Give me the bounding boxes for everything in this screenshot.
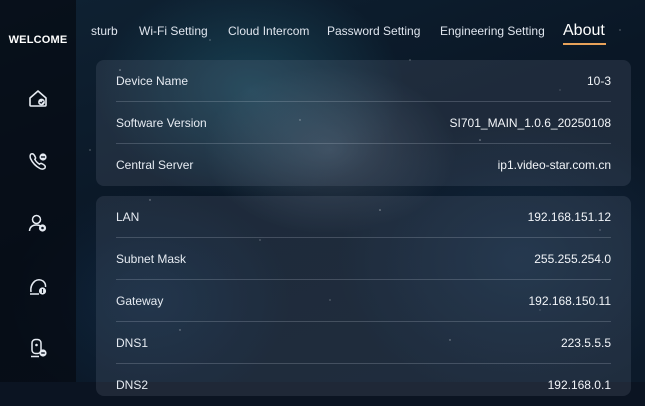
software-version-value: SI701_MAIN_1.0.6_20250108 — [449, 116, 611, 130]
dns1-label: DNS1 — [116, 336, 149, 350]
home-icon[interactable] — [27, 87, 49, 109]
central-server-label: Central Server — [116, 158, 194, 172]
top-tab-bar: sturb Wi-Fi Setting Cloud Intercom Passw… — [76, 0, 645, 58]
lan-label: LAN — [116, 210, 140, 224]
tab-wifi-setting[interactable]: Wi-Fi Setting — [139, 24, 208, 38]
device-info-card: Device Name 10-3 Software Version SI701_… — [96, 60, 631, 186]
dns2-row: DNS2 192.168.0.1 — [116, 364, 611, 406]
tab-engineering-setting[interactable]: Engineering Setting — [440, 24, 545, 38]
dns2-value: 192.168.0.1 — [547, 378, 611, 392]
central-server-row: Central Server ip1.video-star.com.cn — [116, 144, 611, 186]
sidebar: WELCOME — [0, 0, 76, 382]
software-version-row: Software Version SI701_MAIN_1.0.6_202501… — [116, 102, 611, 144]
tab-dnd[interactable]: sturb — [91, 24, 118, 38]
software-version-label: Software Version — [116, 116, 207, 130]
dns1-value: 223.5.5.5 — [560, 336, 611, 350]
dns2-label: DNS2 — [116, 378, 149, 392]
subnet-mask-label: Subnet Mask — [116, 252, 187, 266]
central-server-value: ip1.video-star.com.cn — [497, 158, 611, 172]
tab-password-setting[interactable]: Password Setting — [327, 24, 420, 38]
lan-row: LAN 192.168.151.12 — [116, 196, 611, 238]
subnet-mask-value: 255.255.254.0 — [534, 252, 611, 266]
tab-about[interactable]: About — [563, 22, 605, 40]
active-tab-indicator — [563, 43, 606, 45]
dns1-row: DNS1 223.5.5.5 — [116, 322, 611, 364]
device-name-value: 10-3 — [586, 74, 611, 88]
device-name-label: Device Name — [116, 74, 189, 88]
lan-value: 192.168.151.12 — [527, 210, 611, 224]
gateway-row: Gateway 192.168.150.11 — [116, 280, 611, 322]
network-info-card: LAN 192.168.151.12 Subnet Mask 255.255.2… — [96, 196, 631, 396]
user-settings-icon[interactable] — [27, 212, 49, 234]
user-info-icon[interactable] — [27, 275, 49, 297]
gateway-label: Gateway — [116, 294, 164, 308]
tab-cloud-intercom[interactable]: Cloud Intercom — [228, 24, 309, 38]
device-name-row: Device Name 10-3 — [116, 60, 611, 102]
gateway-value: 192.168.150.11 — [528, 294, 611, 308]
subnet-mask-row: Subnet Mask 255.255.254.0 — [116, 238, 611, 280]
phone-icon[interactable] — [27, 150, 49, 172]
device-icon[interactable] — [27, 337, 49, 359]
welcome-title: WELCOME — [8, 34, 68, 46]
